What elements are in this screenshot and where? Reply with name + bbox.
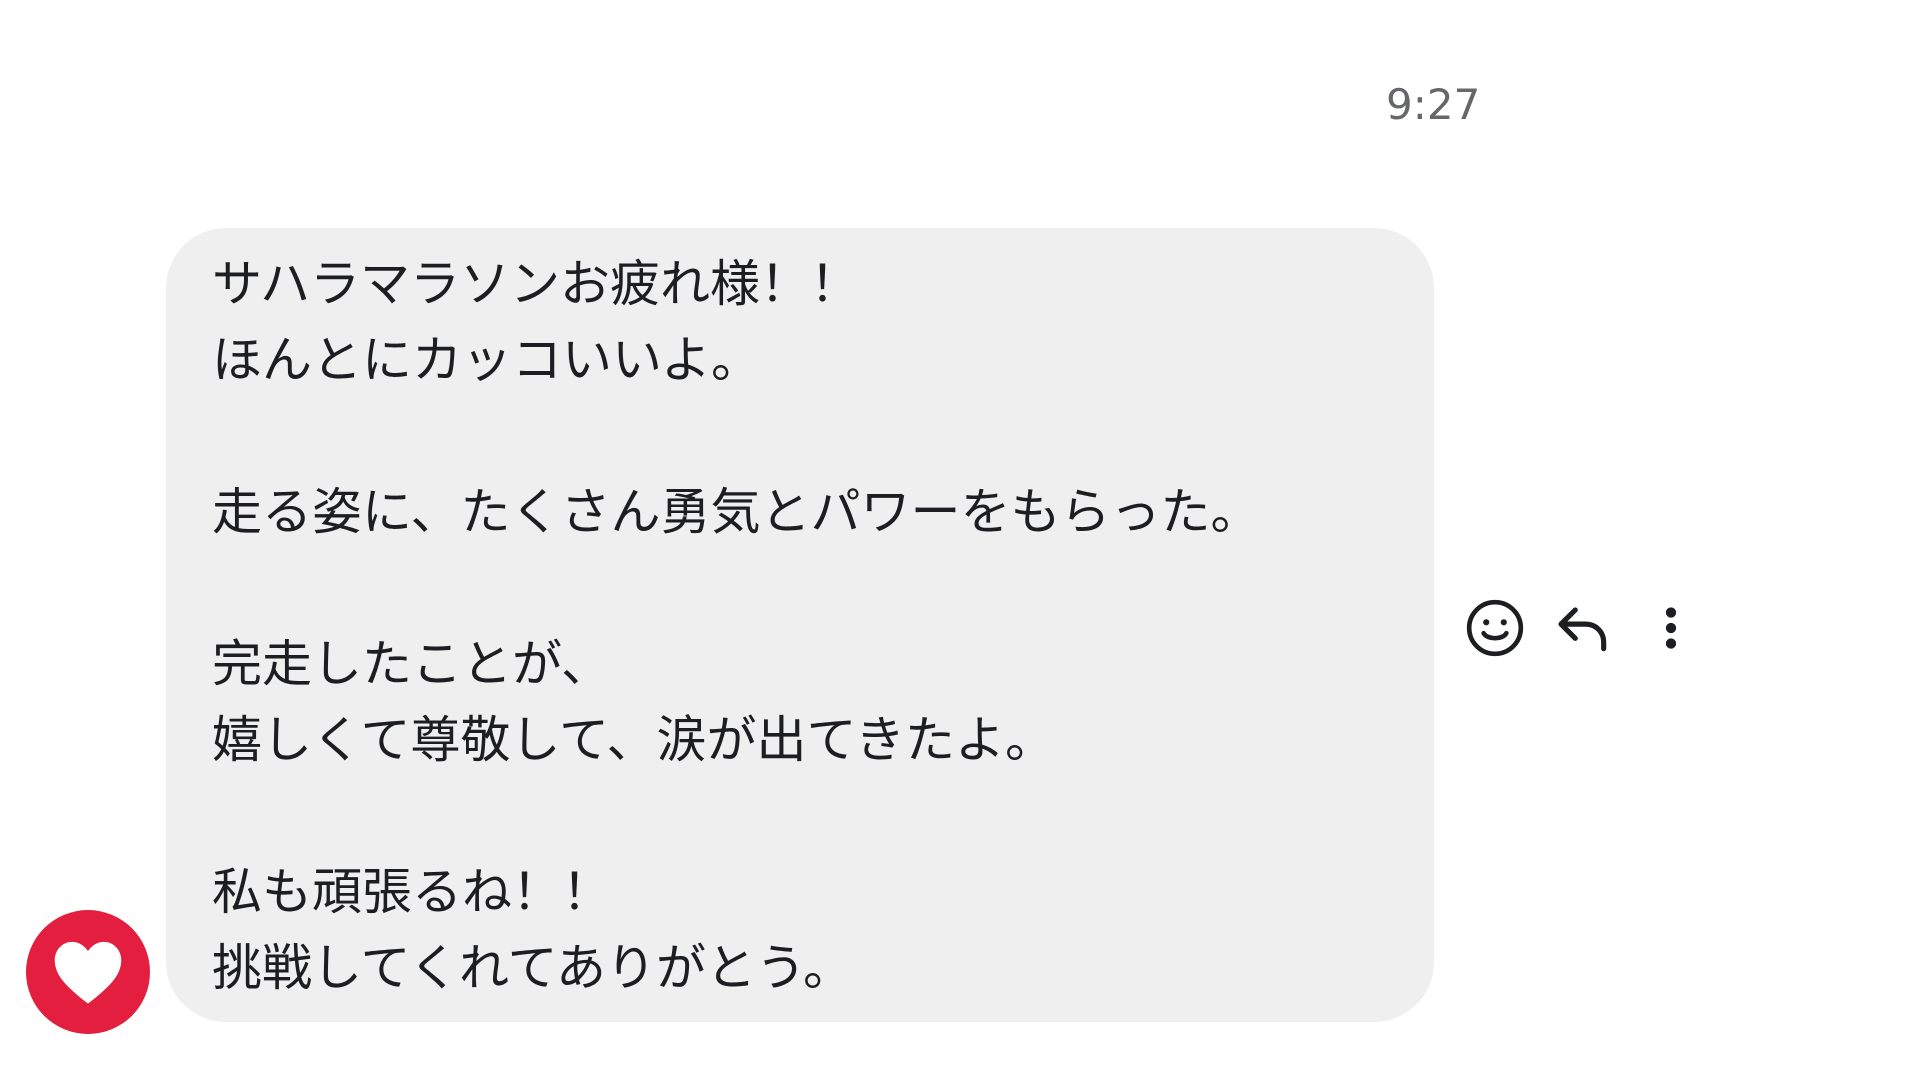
message-line: 走る姿に、たくさん勇気とパワーをもらった。	[212, 483, 1261, 541]
message-line: サハラマラソンお疲れ様！！	[212, 255, 860, 313]
message-line: ほんとにカッコいいよ。	[212, 331, 761, 389]
message-line: 挑戦してくれてありがとう。	[212, 939, 853, 997]
react-button[interactable]	[1460, 593, 1530, 663]
reply-button[interactable]	[1548, 593, 1618, 663]
message-actions	[1460, 593, 1700, 663]
message-line: 私も頑張るね！！	[212, 863, 612, 921]
heart-icon	[54, 941, 122, 1004]
more-options-button[interactable]	[1636, 593, 1706, 663]
smiley-icon	[1466, 599, 1524, 657]
message-line: 嬉しくて尊敬して、涙が出てきたよ。	[212, 711, 1055, 769]
reaction-badge[interactable]	[26, 910, 150, 1034]
message-timestamp: 9:27	[1386, 80, 1481, 129]
message-line: 完走したことが、	[212, 635, 611, 693]
vertical-ellipsis-icon	[1665, 607, 1677, 649]
reply-arrow-icon	[1558, 607, 1607, 652]
